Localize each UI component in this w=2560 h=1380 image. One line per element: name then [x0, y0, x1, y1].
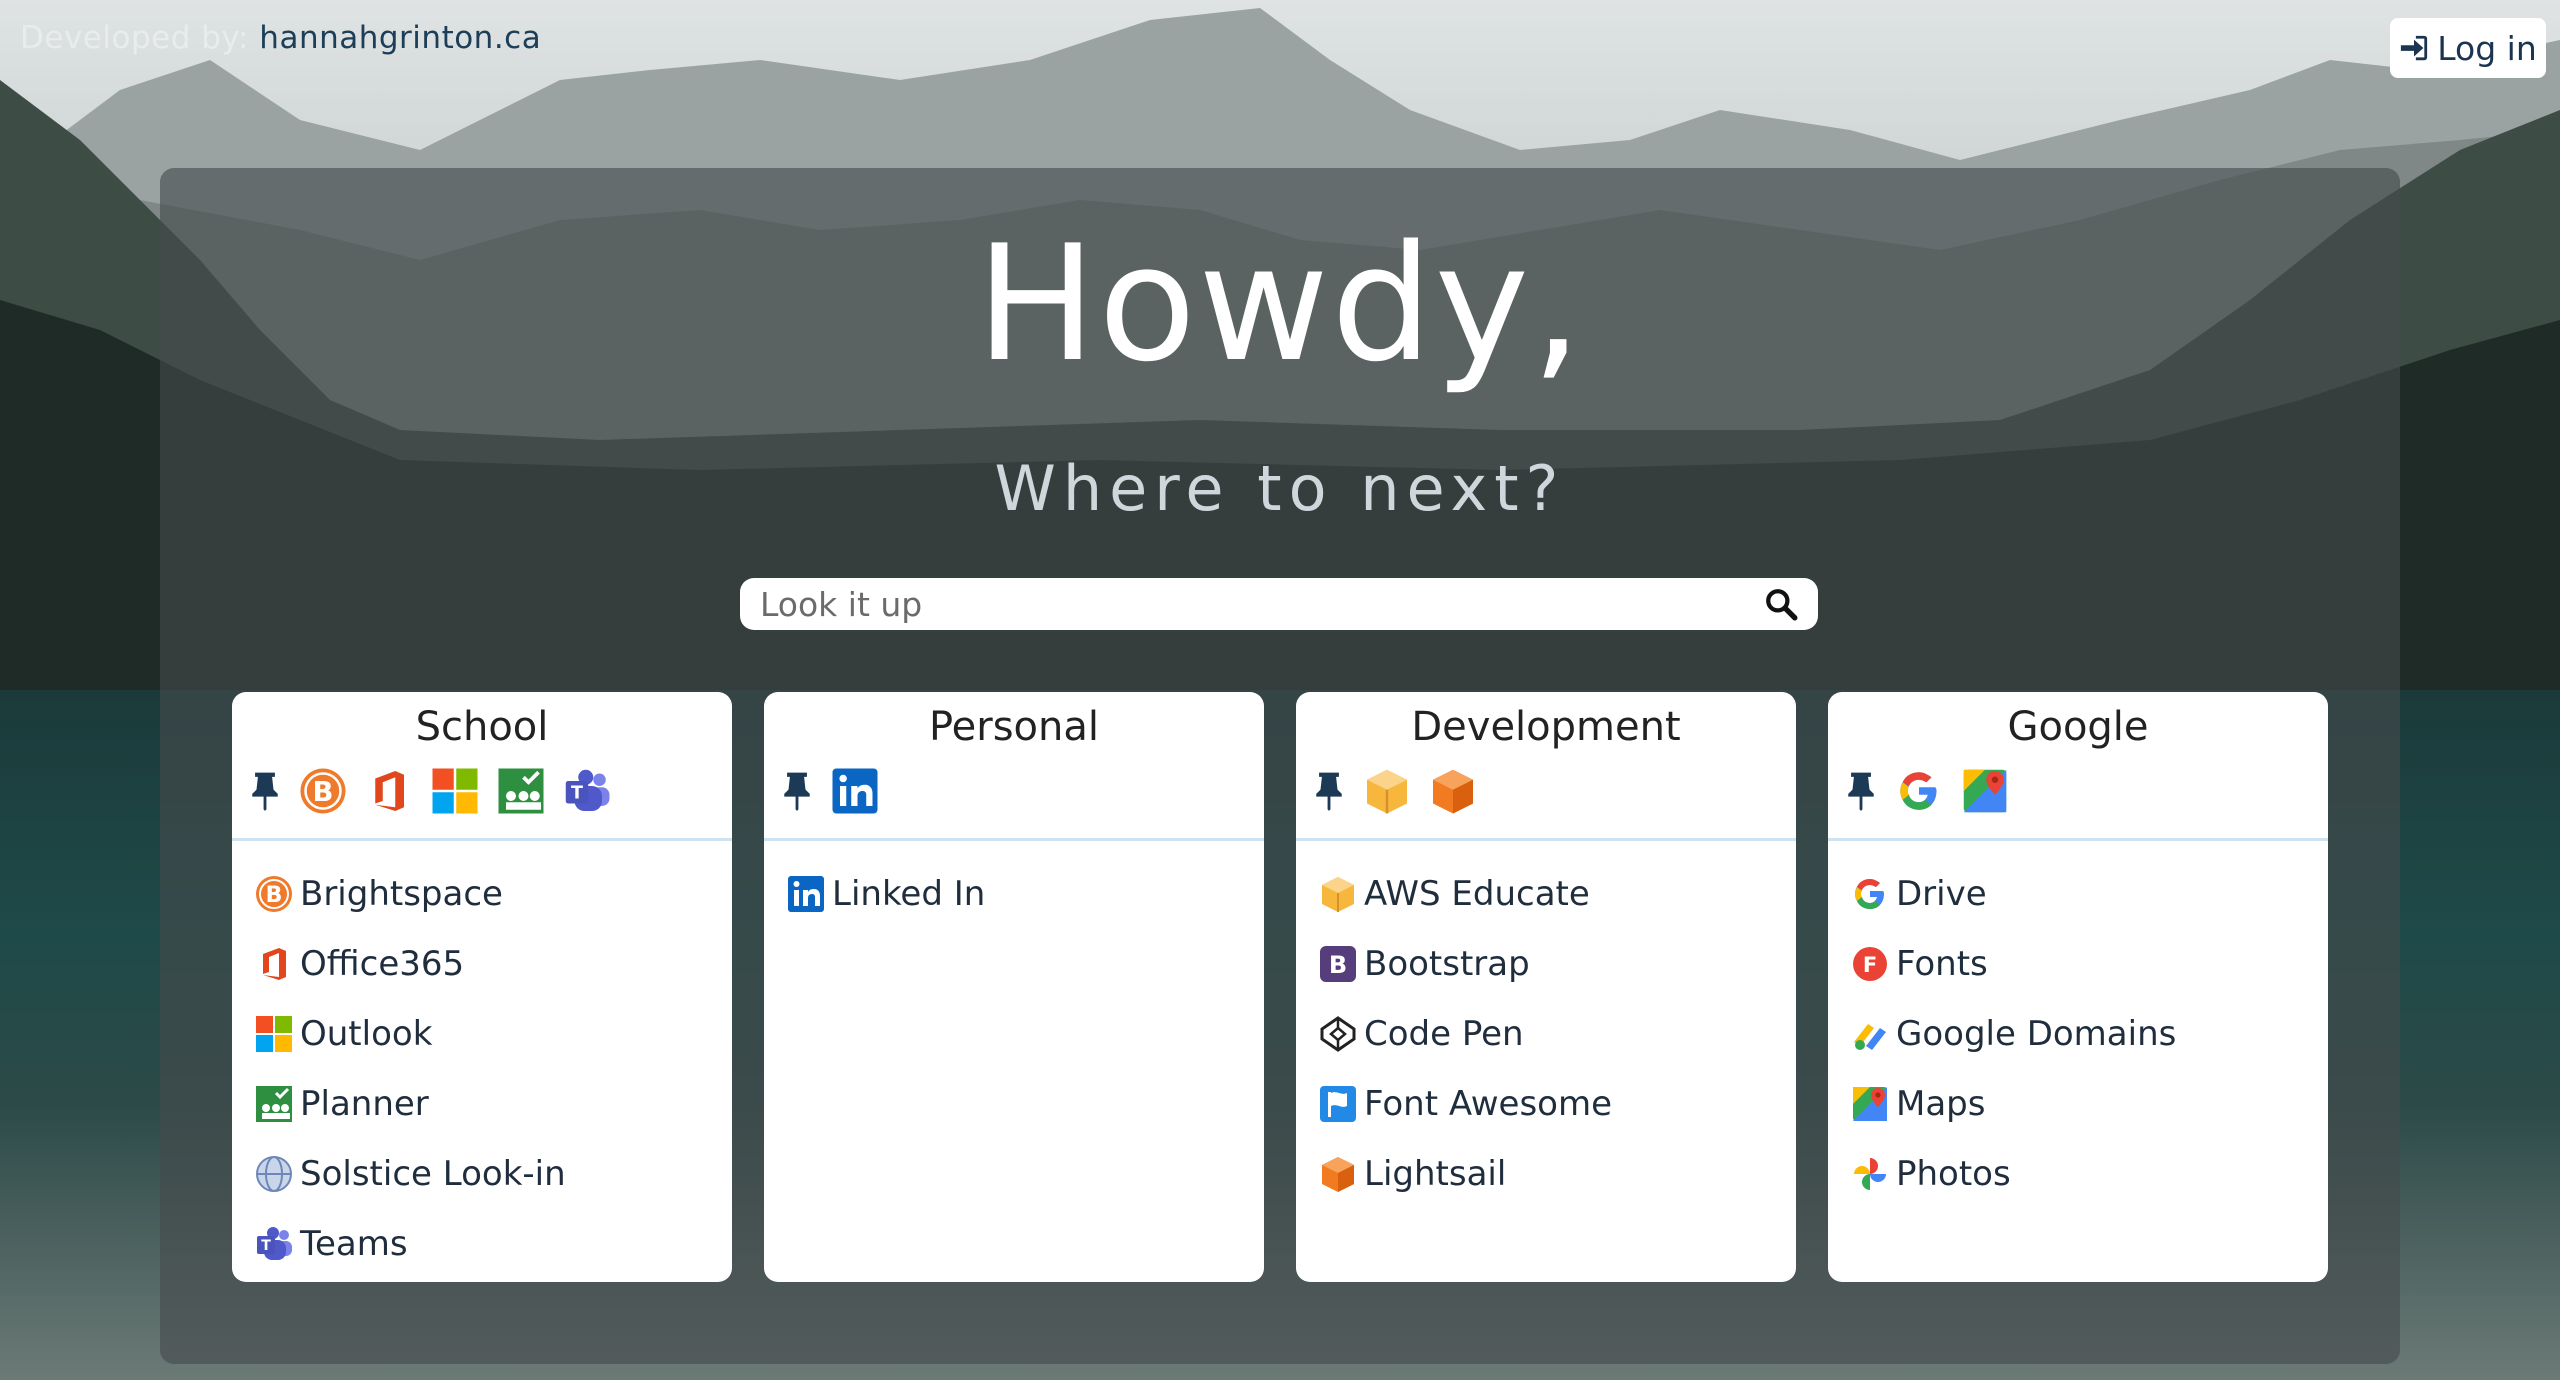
planner-icon[interactable] — [496, 766, 546, 816]
google-domains-icon — [1854, 1024, 1886, 1050]
login-button[interactable]: Log in — [2390, 18, 2546, 78]
google-photos-icon — [1854, 1158, 1886, 1190]
link-office365[interactable]: Office365 — [254, 929, 710, 999]
link-outlook[interactable]: Outlook — [254, 999, 710, 1069]
link-list: B Brightspace Office365 Outlook Planner … — [232, 841, 732, 1279]
svg-text:B: B — [1329, 951, 1347, 979]
link-label: Outlook — [300, 1014, 433, 1054]
office365-icon — [263, 948, 286, 980]
link-label: Font Awesome — [1364, 1084, 1612, 1124]
link-planner[interactable]: Planner — [254, 1069, 710, 1139]
search-input[interactable] — [740, 583, 1764, 625]
link-code-pen[interactable]: Code Pen — [1318, 999, 1774, 1069]
link-google-domains[interactable]: Google Domains — [1850, 999, 2306, 1069]
link-label: Bootstrap — [1364, 944, 1530, 984]
link-fonts[interactable]: F Fonts — [1850, 929, 2306, 999]
link-list: Drive F Fonts Google Domains Maps Photos — [1828, 841, 2328, 1209]
link-teams[interactable]: T Teams — [254, 1209, 710, 1279]
aws-educate-icon[interactable] — [1362, 766, 1412, 816]
link-font-awesome[interactable]: Font Awesome — [1318, 1069, 1774, 1139]
google-maps-icon[interactable] — [1960, 766, 2010, 816]
link-label: Lightsail — [1364, 1154, 1507, 1194]
greeting-heading: Howdy, — [975, 210, 1585, 397]
svg-text:B: B — [266, 883, 283, 908]
link-label: Solstice Look-in — [300, 1154, 566, 1194]
link-photos[interactable]: Photos — [1850, 1139, 2306, 1209]
link-label: Drive — [1896, 874, 1987, 914]
pinned-row — [1828, 754, 2328, 828]
pin-icon[interactable] — [780, 771, 814, 811]
card-title: Development — [1411, 704, 1681, 750]
card-personal: Personal Linked In — [764, 692, 1264, 1282]
bootstrap-icon: B — [1320, 946, 1356, 982]
card-title: Google — [2007, 704, 2149, 750]
link-solstice-look-in[interactable]: Solstice Look-in — [254, 1139, 710, 1209]
link-maps[interactable]: Maps — [1850, 1069, 2306, 1139]
link-label: Maps — [1896, 1084, 1986, 1124]
pinned-row — [764, 754, 1264, 828]
link-label: Google Domains — [1896, 1014, 2177, 1054]
brightspace-icon: B — [256, 876, 292, 912]
link-label: Brightspace — [300, 874, 503, 914]
link-label: Office365 — [300, 944, 465, 984]
login-label: Log in — [2437, 28, 2537, 68]
lightsail-icon — [1322, 1157, 1354, 1192]
pinned-row: B T — [232, 754, 732, 828]
teams-icon: T — [257, 1227, 292, 1260]
google-icon[interactable] — [1894, 766, 1944, 816]
linkedin-icon — [788, 876, 824, 912]
pin-icon[interactable] — [1312, 771, 1346, 811]
svg-text:B: B — [313, 776, 334, 808]
link-bootstrap[interactable]: B Bootstrap — [1318, 929, 1774, 999]
link-label: AWS Educate — [1364, 874, 1590, 914]
link-label: Teams — [300, 1224, 408, 1264]
link-list: AWS Educate B Bootstrap Code Pen Font Aw… — [1296, 841, 1796, 1209]
brightspace-icon[interactable]: B — [298, 766, 348, 816]
svg-text:F: F — [1863, 953, 1877, 977]
link-label: Photos — [1896, 1154, 2011, 1194]
link-label: Planner — [300, 1084, 429, 1124]
pin-icon[interactable] — [248, 771, 282, 811]
google-icon — [1855, 879, 1884, 909]
sign-in-icon — [2401, 35, 2428, 61]
outlook-icon — [256, 1016, 292, 1052]
link-lightsail[interactable]: Lightsail — [1318, 1139, 1774, 1209]
lightsail-icon[interactable] — [1428, 766, 1478, 816]
link-label: Linked In — [832, 874, 986, 914]
search-icon[interactable] — [1764, 587, 1798, 621]
google-maps-icon — [1853, 1087, 1887, 1121]
card-school: School B T B Brightspace Office365 Outlo… — [232, 692, 732, 1282]
credit-prefix: Developed by: — [20, 20, 249, 56]
aws-educate-icon — [1322, 877, 1354, 912]
planner-icon — [256, 1086, 292, 1122]
pin-icon[interactable] — [1844, 771, 1878, 811]
svg-text:T: T — [571, 784, 583, 804]
link-brightspace[interactable]: B Brightspace — [254, 859, 710, 929]
card-development: Development AWS Educate B Bootstrap Code… — [1296, 692, 1796, 1282]
pinned-row — [1296, 754, 1796, 828]
link-label: Code Pen — [1364, 1014, 1524, 1054]
card-title: Personal — [928, 704, 1100, 750]
link-label: Fonts — [1896, 944, 1988, 984]
developer-credit: Developed by: hannahgrinton.ca — [20, 20, 541, 56]
office365-icon[interactable] — [364, 766, 414, 816]
developer-link[interactable]: hannahgrinton.ca — [259, 20, 541, 56]
link-linkedin[interactable]: Linked In — [786, 859, 1242, 929]
globe-icon — [256, 1156, 292, 1192]
google-fonts-icon: F — [1853, 947, 1887, 981]
font-awesome-icon — [1320, 1086, 1356, 1122]
codepen-icon — [1320, 1016, 1356, 1052]
outlook-icon[interactable] — [430, 766, 480, 816]
search-bar — [740, 578, 1818, 630]
svg-text:T: T — [261, 1238, 271, 1254]
greeting-subtitle: Where to next? — [994, 452, 1566, 525]
linkedin-icon[interactable] — [830, 766, 880, 816]
link-aws-educate[interactable]: AWS Educate — [1318, 859, 1774, 929]
link-list: Linked In — [764, 841, 1264, 929]
card-google: Google Drive F Fonts Google Domains Maps… — [1828, 692, 2328, 1282]
teams-icon[interactable]: T — [562, 766, 612, 816]
card-title: School — [415, 704, 549, 750]
link-drive[interactable]: Drive — [1850, 859, 2306, 929]
